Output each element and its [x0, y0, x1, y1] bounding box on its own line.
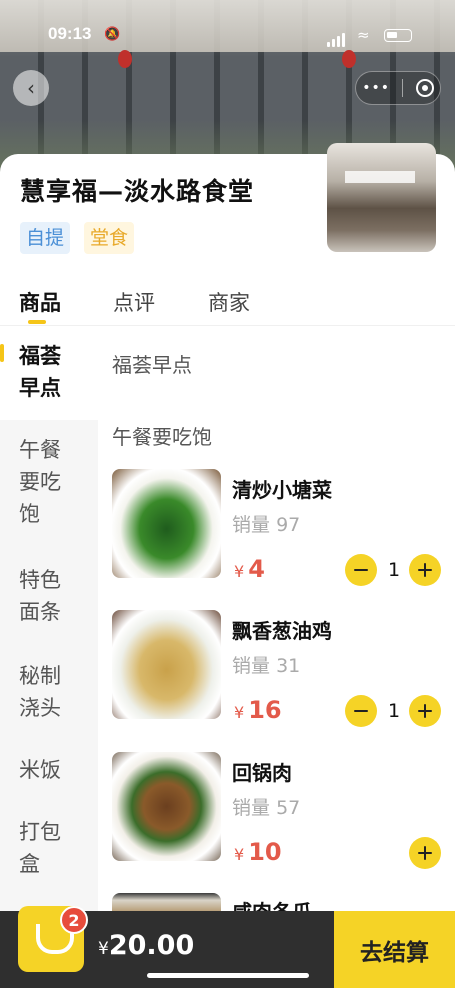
cart-total: ¥20.00 — [98, 930, 194, 961]
quantity-value: 1 — [387, 700, 401, 722]
dish-sales: 销量 97 — [232, 510, 300, 537]
back-button[interactable]: ‹ — [13, 70, 49, 106]
dish-photo[interactable] — [112, 752, 221, 861]
sidebar-item-breakfast[interactable]: 福荟早点 — [0, 326, 98, 420]
sales-count: 31 — [276, 655, 301, 677]
active-tab-indicator — [28, 320, 46, 324]
increase-quantity-button[interactable] — [409, 837, 441, 869]
cellular-signal-icon — [327, 28, 347, 47]
total-value: 20.00 — [108, 930, 195, 961]
dish-photo[interactable] — [112, 893, 221, 911]
sidebar-item-label: 打包盒 — [19, 820, 61, 876]
sales-label: 销量 — [232, 655, 271, 677]
sales-count: 57 — [276, 797, 301, 819]
sales-count: 97 — [276, 514, 301, 536]
store-name: 慧享福—淡水路食堂 — [20, 177, 255, 206]
sidebar-item-label: 午餐要吃饱 — [19, 438, 61, 526]
home-indicator[interactable] — [147, 973, 309, 978]
quantity-value: 1 — [387, 559, 401, 581]
category-sidebar: 福荟早点 午餐要吃饱 特色面条 秘制浇头 米饭 打包盒 — [0, 326, 98, 926]
currency-symbol: ¥ — [234, 845, 245, 864]
wifi-icon: ≈ — [357, 26, 370, 44]
currency-symbol: ¥ — [234, 562, 245, 581]
chevron-left-icon: ‹ — [27, 76, 35, 100]
dish-price: ¥10 — [234, 838, 282, 866]
dish-sales: 销量 57 — [232, 793, 300, 820]
close-target-icon[interactable] — [415, 79, 434, 97]
tab-products[interactable]: 商品 — [19, 287, 61, 317]
status-time: 09:13 — [48, 24, 92, 43]
status-bar: 09:13 🔕 ≈ — [0, 24, 455, 50]
decrease-quantity-button[interactable] — [345, 554, 377, 586]
sidebar-item-rice[interactable]: 米饭 — [0, 754, 98, 786]
dine-in-tag: 堂食 — [84, 222, 135, 254]
checkout-button[interactable]: 去结算 — [334, 911, 455, 988]
lantern-decoration — [118, 50, 132, 68]
cart-count-badge: 2 — [60, 906, 88, 934]
sales-label: 销量 — [232, 514, 271, 536]
price-value: 16 — [248, 696, 282, 724]
mute-bell-icon: 🔕 — [104, 27, 121, 42]
sidebar-item-toppings[interactable]: 秘制浇头 — [0, 660, 98, 724]
sidebar-item-packaging[interactable]: 打包盒 — [0, 816, 98, 880]
sidebar-item-label: 特色面条 — [19, 568, 61, 624]
minus-icon — [354, 709, 368, 713]
dish-photo[interactable] — [112, 469, 221, 578]
dish-price: ¥16 — [234, 696, 282, 724]
sidebar-item-noodles[interactable]: 特色面条 — [0, 564, 98, 628]
price-value: 4 — [248, 555, 265, 583]
minus-icon — [354, 568, 368, 572]
dish-name: 回锅肉 — [232, 761, 292, 785]
dish-photo[interactable] — [112, 610, 221, 719]
section-title-lunch: 午餐要吃饱 — [112, 425, 212, 449]
pickup-tag: 自提 — [20, 222, 71, 254]
sales-label: 销量 — [232, 797, 271, 819]
dish-name: 飘香葱油鸡 — [232, 619, 332, 643]
sidebar-item-label: 福荟早点 — [19, 344, 61, 400]
battery-icon — [384, 29, 412, 42]
increase-quantity-button[interactable] — [409, 695, 441, 727]
lantern-decoration — [342, 50, 356, 68]
dish-name: 清炒小塘菜 — [232, 478, 332, 502]
more-dots-icon[interactable]: ••• — [362, 80, 390, 96]
sidebar-item-label: 米饭 — [19, 758, 61, 782]
increase-quantity-button[interactable] — [409, 554, 441, 586]
decrease-quantity-button[interactable] — [345, 695, 377, 727]
dish-price: ¥4 — [234, 555, 265, 583]
tab-merchant[interactable]: 商家 — [208, 287, 250, 317]
sidebar-item-lunch[interactable]: 午餐要吃饱 — [0, 434, 98, 530]
store-thumbnail[interactable] — [327, 143, 436, 252]
capsule-divider — [402, 79, 404, 97]
price-value: 10 — [248, 838, 282, 866]
section-title-breakfast: 福荟早点 — [112, 353, 192, 377]
tab-bar: 商品 点评 商家 — [0, 282, 455, 326]
currency-symbol: ¥ — [98, 939, 109, 959]
miniprogram-capsule[interactable]: ••• — [355, 71, 441, 105]
sidebar-item-label: 秘制浇头 — [19, 664, 61, 720]
tab-reviews[interactable]: 点评 — [113, 287, 155, 317]
currency-symbol: ¥ — [234, 703, 245, 722]
dish-name: 咸肉冬瓜 — [232, 896, 312, 911]
dish-sales: 销量 31 — [232, 651, 300, 678]
